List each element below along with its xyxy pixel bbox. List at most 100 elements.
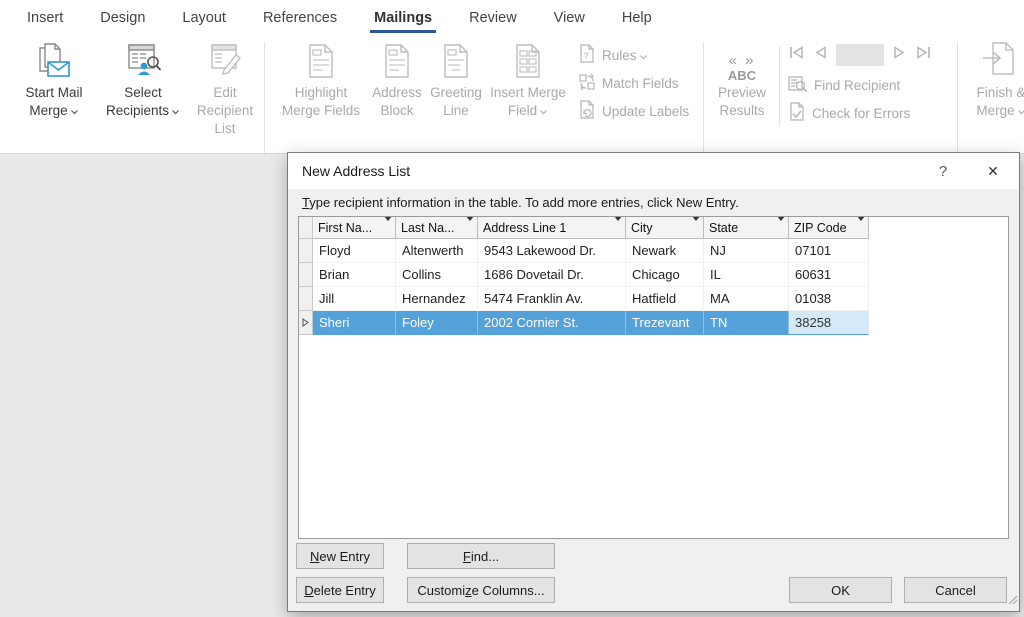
dialog-title: New Address List <box>302 163 929 179</box>
column-header-address-line-1[interactable]: Address Line 1 <box>478 217 626 239</box>
tab-references[interactable]: References <box>263 0 337 36</box>
cell-city[interactable]: Trezevant <box>626 311 704 335</box>
table-row: Brian Collins 1686 Dovetail Dr. Chicago … <box>299 263 1008 287</box>
rules-button[interactable]: ? Rules <box>578 44 648 67</box>
group-separator <box>264 42 265 170</box>
resize-grip[interactable] <box>1006 592 1018 610</box>
cell-last-name[interactable]: Altenwerth <box>396 239 478 263</box>
column-header-state[interactable]: State <box>704 217 789 239</box>
rules-icon: ? <box>578 44 596 67</box>
row-selector[interactable] <box>299 263 313 287</box>
group-inner-separator <box>779 46 780 126</box>
cell-address[interactable]: 9543 Lakewood Dr. <box>478 239 626 263</box>
first-record-button[interactable] <box>788 45 805 65</box>
go-to-record-field[interactable] <box>836 44 884 66</box>
select-recipients-button[interactable]: Select Recipients <box>98 38 188 120</box>
cell-city[interactable]: Newark <box>626 239 704 263</box>
cell-address[interactable]: 2002 Cornier St. <box>478 311 626 335</box>
start-mail-merge-icon <box>33 38 75 84</box>
tab-design[interactable]: Design <box>100 0 145 36</box>
finish-and-merge-button[interactable]: Finish & Merge <box>968 38 1024 120</box>
previous-record-button[interactable] <box>814 45 827 65</box>
address-block-icon <box>378 38 416 84</box>
match-fields-button[interactable]: Match Fields <box>578 72 679 95</box>
delete-entry-button[interactable]: Delete Entry <box>296 577 384 603</box>
cell-state[interactable]: TN <box>704 311 789 335</box>
cell-city[interactable]: Hatfield <box>626 287 704 311</box>
column-dropdown-icon[interactable] <box>857 221 865 235</box>
table-row: Jill Hernandez 5474 Franklin Av. Hatfiel… <box>299 287 1008 311</box>
column-dropdown-icon[interactable] <box>384 221 392 235</box>
preview-results-button[interactable]: « » ABC Preview Results <box>710 38 774 120</box>
column-header-first-name[interactable]: First Na... <box>313 217 396 239</box>
next-record-button[interactable] <box>893 45 906 65</box>
cell-zip-active[interactable]: 38258 <box>789 311 869 335</box>
row-selector-current[interactable] <box>299 311 313 335</box>
edit-recipient-list-button[interactable]: Edit Recipient List <box>188 38 262 137</box>
dialog-instruction: Type recipient information in the table.… <box>288 189 1019 216</box>
tab-insert[interactable]: Insert <box>27 0 63 36</box>
group-separator <box>957 42 958 170</box>
tab-view[interactable]: View <box>554 0 585 36</box>
cell-last-name[interactable]: Hernandez <box>396 287 478 311</box>
column-dropdown-icon[interactable] <box>466 221 474 235</box>
cell-first-name[interactable]: Jill <box>313 287 396 311</box>
address-list-table: First Na... Last Na... Address Line 1 Ci… <box>298 216 1009 539</box>
highlight-merge-fields-button[interactable]: Highlight Merge Fields <box>274 38 368 120</box>
cell-zip[interactable]: 07101 <box>789 239 869 263</box>
update-labels-icon <box>578 100 596 123</box>
tab-mailings[interactable]: Mailings <box>374 0 432 36</box>
cell-zip[interactable]: 60631 <box>789 263 869 287</box>
chevron-down-icon <box>639 54 648 60</box>
find-button[interactable]: Find... <box>407 543 555 569</box>
start-mail-merge-button[interactable]: Start Mail Merge <box>12 38 96 120</box>
tab-review[interactable]: Review <box>469 0 517 36</box>
last-record-button[interactable] <box>915 45 932 65</box>
find-recipient-button[interactable]: Find Recipient <box>788 74 900 97</box>
cancel-button[interactable]: Cancel <box>904 577 1007 603</box>
match-fields-icon <box>578 72 596 95</box>
preview-results-icon: « » ABC <box>728 53 756 82</box>
cell-address[interactable]: 1686 Dovetail Dr. <box>478 263 626 287</box>
edit-recipient-list-icon <box>204 38 246 84</box>
highlight-merge-fields-icon <box>302 38 340 84</box>
column-dropdown-icon[interactable] <box>614 221 622 235</box>
new-entry-button[interactable]: New Entry <box>296 543 384 569</box>
row-selector[interactable] <box>299 287 313 311</box>
find-recipient-icon <box>788 74 808 97</box>
cell-last-name[interactable]: Collins <box>396 263 478 287</box>
row-selector[interactable] <box>299 239 313 263</box>
cell-state[interactable]: NJ <box>704 239 789 263</box>
select-all-cell[interactable] <box>299 217 313 239</box>
group-separator <box>703 42 704 170</box>
cell-state[interactable]: MA <box>704 287 789 311</box>
insert-merge-field-button[interactable]: Insert Merge Field <box>486 38 570 120</box>
cell-state[interactable]: IL <box>704 263 789 287</box>
update-labels-button[interactable]: Update Labels <box>578 100 689 123</box>
cell-city[interactable]: Chicago <box>626 263 704 287</box>
column-header-last-name[interactable]: Last Na... <box>396 217 478 239</box>
cell-zip[interactable]: 01038 <box>789 287 869 311</box>
greeting-line-button[interactable]: Greeting Line <box>428 38 484 120</box>
new-address-list-dialog: New Address List ? ✕ Type recipient info… <box>287 152 1020 612</box>
cell-first-name[interactable]: Floyd <box>313 239 396 263</box>
dialog-titlebar[interactable]: New Address List ? ✕ <box>288 153 1019 189</box>
cell-first-name[interactable]: Brian <box>313 263 396 287</box>
table-row: Floyd Altenwerth 9543 Lakewood Dr. Newar… <box>299 239 1008 263</box>
address-block-button[interactable]: Address Block <box>368 38 426 120</box>
customize-columns-button[interactable]: Customize Columns... <box>407 577 555 603</box>
cell-last-name[interactable]: Foley <box>396 311 478 335</box>
cell-address[interactable]: 5474 Franklin Av. <box>478 287 626 311</box>
ok-button[interactable]: OK <box>789 577 892 603</box>
column-header-zip-code[interactable]: ZIP Code <box>789 217 869 239</box>
help-icon[interactable]: ? <box>929 163 957 180</box>
close-icon[interactable]: ✕ <box>979 163 1007 180</box>
column-dropdown-icon[interactable] <box>692 221 700 235</box>
check-for-errors-button[interactable]: Check for Errors <box>788 102 910 125</box>
ribbon-body: Start Mail Merge S <box>0 36 1024 134</box>
tab-layout[interactable]: Layout <box>182 0 226 36</box>
column-header-city[interactable]: City <box>626 217 704 239</box>
cell-first-name[interactable]: Sheri <box>313 311 396 335</box>
column-dropdown-icon[interactable] <box>777 221 785 235</box>
tab-help[interactable]: Help <box>622 0 652 36</box>
